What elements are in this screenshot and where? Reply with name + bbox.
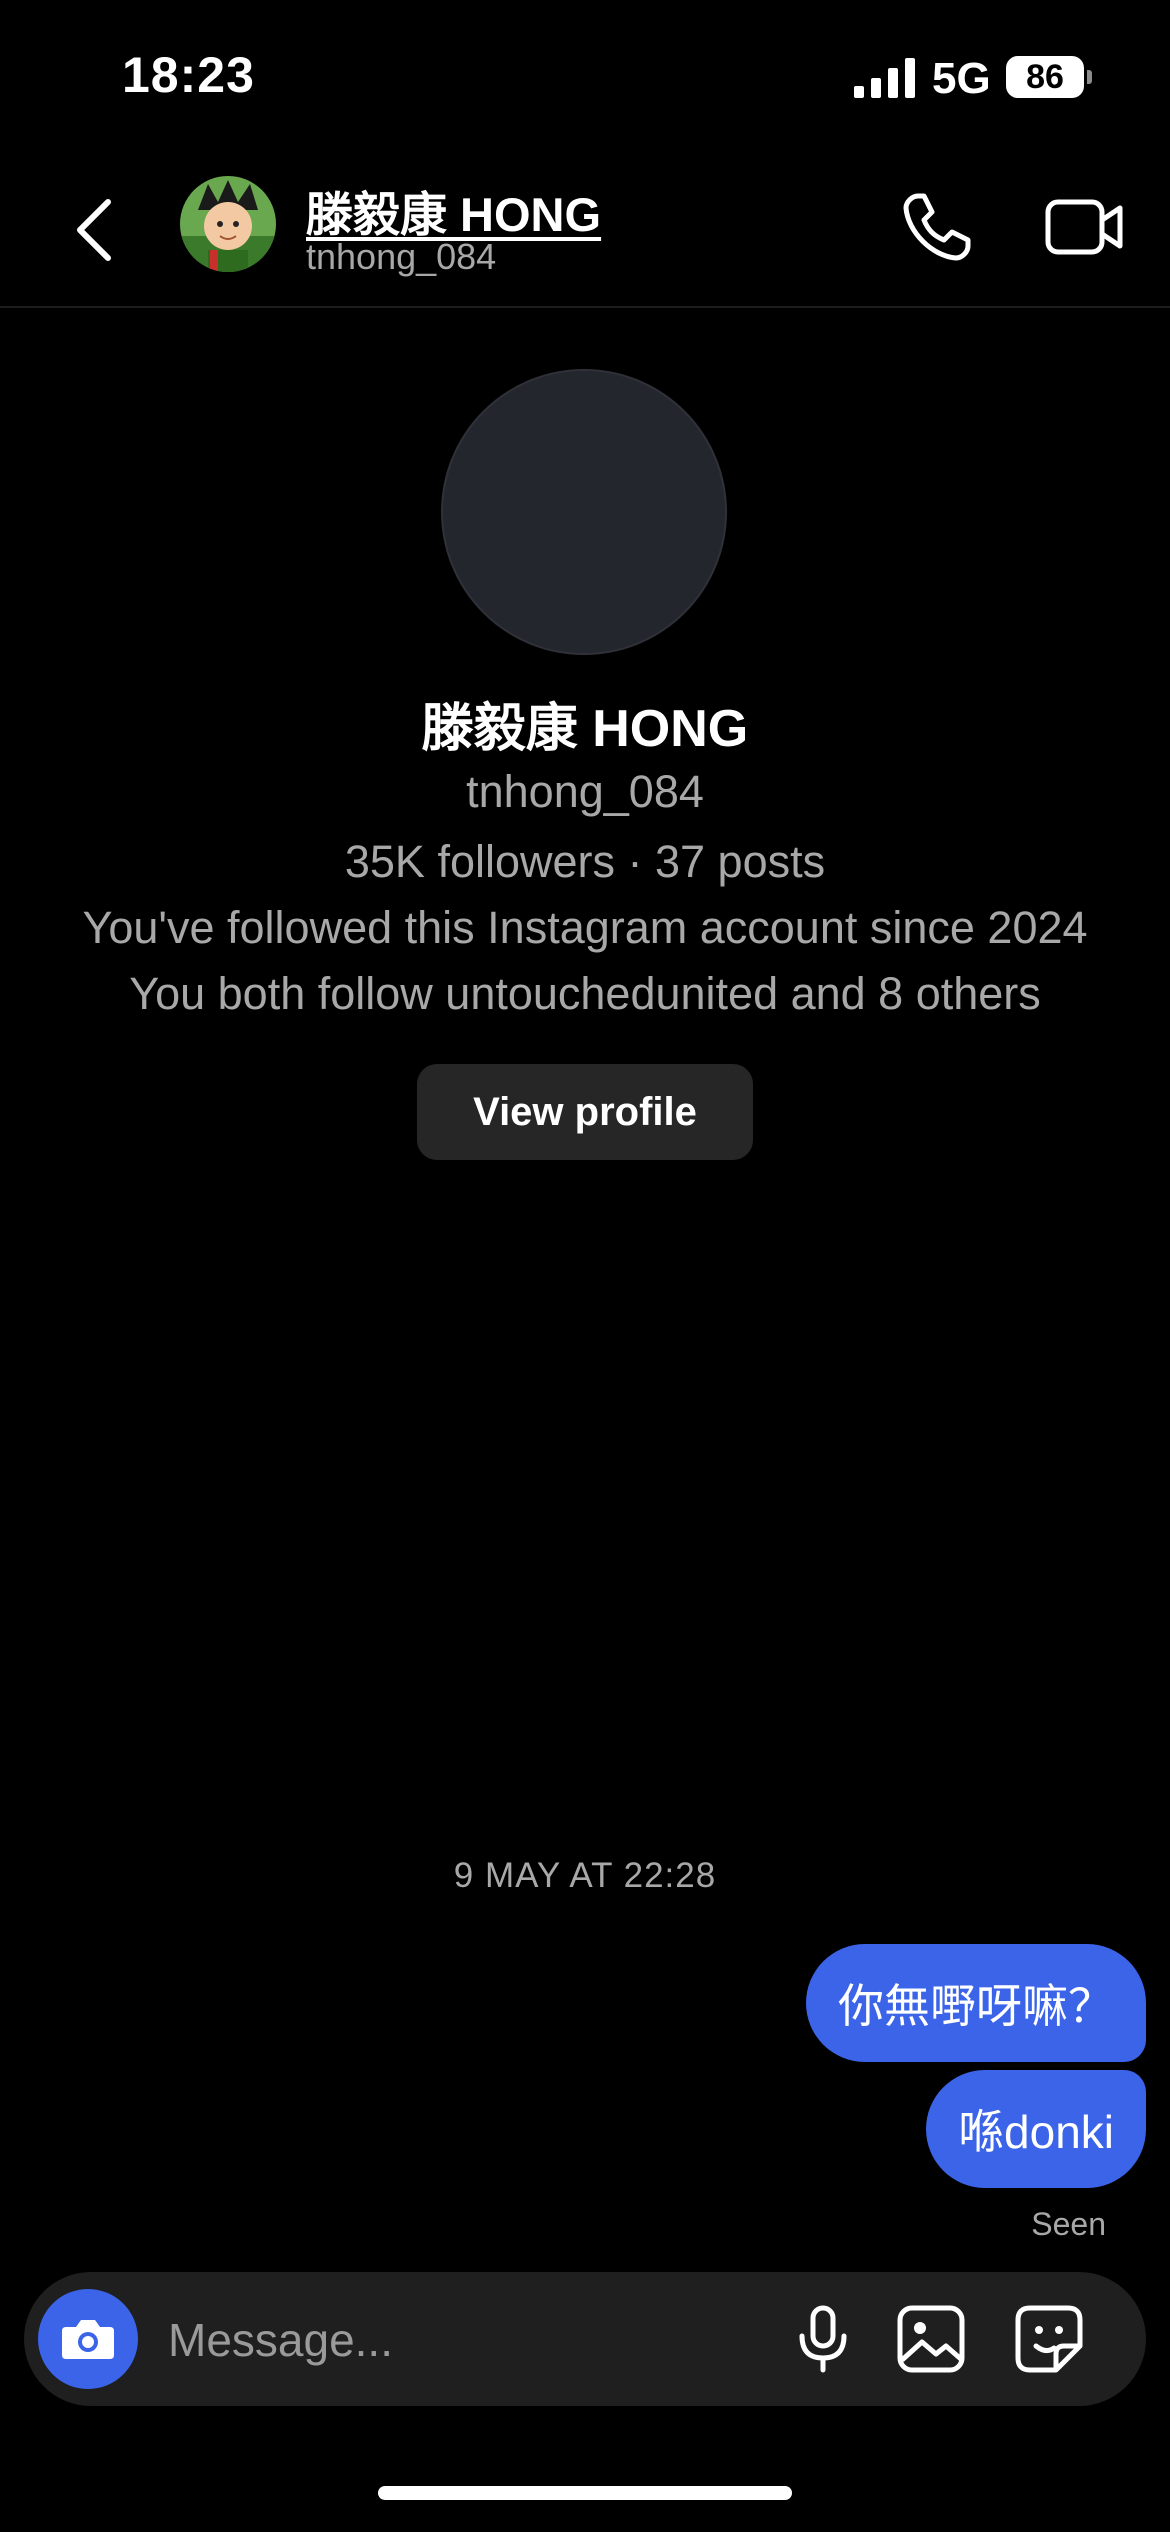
profile-stats: 35K followers · 37 posts: [344, 836, 826, 887]
home-indicator: [378, 2486, 792, 2500]
followed-since-text: You've followed this Instagram account s…: [82, 902, 1088, 953]
chat-header: 滕毅康 HONG tnhong_084: [0, 150, 1170, 308]
battery-level: 86: [1026, 57, 1064, 96]
sticker-button[interactable]: [1012, 2302, 1086, 2376]
cellular-signal-icon: [854, 58, 916, 98]
video-camera-icon: [1045, 199, 1123, 255]
dm-thread-screen: 18:23 5G 86 滕毅康 HONG tnhong_084 滕毅康 HONG…: [0, 0, 1170, 2532]
message-input[interactable]: [166, 2294, 770, 2386]
audio-call-button[interactable]: [896, 186, 978, 268]
message-bubble[interactable]: 喺donki: [926, 2070, 1146, 2188]
header-username: tnhong_084: [306, 236, 497, 277]
seen-indicator: Seen: [1031, 2206, 1106, 2242]
header-display-name[interactable]: 滕毅康 HONG: [306, 176, 601, 245]
network-type: 5G: [932, 54, 991, 103]
view-profile-button[interactable]: View profile: [417, 1064, 753, 1160]
camera-icon: [62, 2320, 114, 2359]
video-call-button[interactable]: [1042, 186, 1126, 268]
avatar[interactable]: [180, 176, 276, 272]
voice-message-button[interactable]: [786, 2302, 860, 2376]
status-time: 18:23: [122, 47, 255, 103]
status-bar: 18:23 5G 86: [0, 0, 1170, 150]
back-button[interactable]: [62, 190, 132, 270]
battery-icon: 86: [1006, 56, 1084, 98]
phone-icon: [903, 193, 971, 261]
profile-username: tnhong_084: [466, 766, 704, 817]
sticker-icon: [1015, 2305, 1083, 2373]
profile-avatar[interactable]: [441, 369, 727, 655]
chevron-left-icon: [77, 199, 111, 261]
image-icon: [897, 2305, 965, 2373]
camera-button[interactable]: [38, 2289, 138, 2389]
message-bubble[interactable]: 你無嘢呀嘛？: [806, 1944, 1146, 2062]
avatar-image: [180, 176, 276, 272]
message-timestamp: 9 MAY AT 22:28: [453, 1856, 717, 1895]
mutual-followers-text: You both follow untouchedunited and 8 ot…: [129, 968, 1041, 1019]
microphone-icon: [799, 2305, 847, 2373]
gallery-button[interactable]: [894, 2302, 968, 2376]
profile-display-name: 滕毅康 HONG: [421, 700, 749, 758]
message-composer: [24, 2272, 1146, 2406]
battery-cap: [1087, 70, 1092, 84]
